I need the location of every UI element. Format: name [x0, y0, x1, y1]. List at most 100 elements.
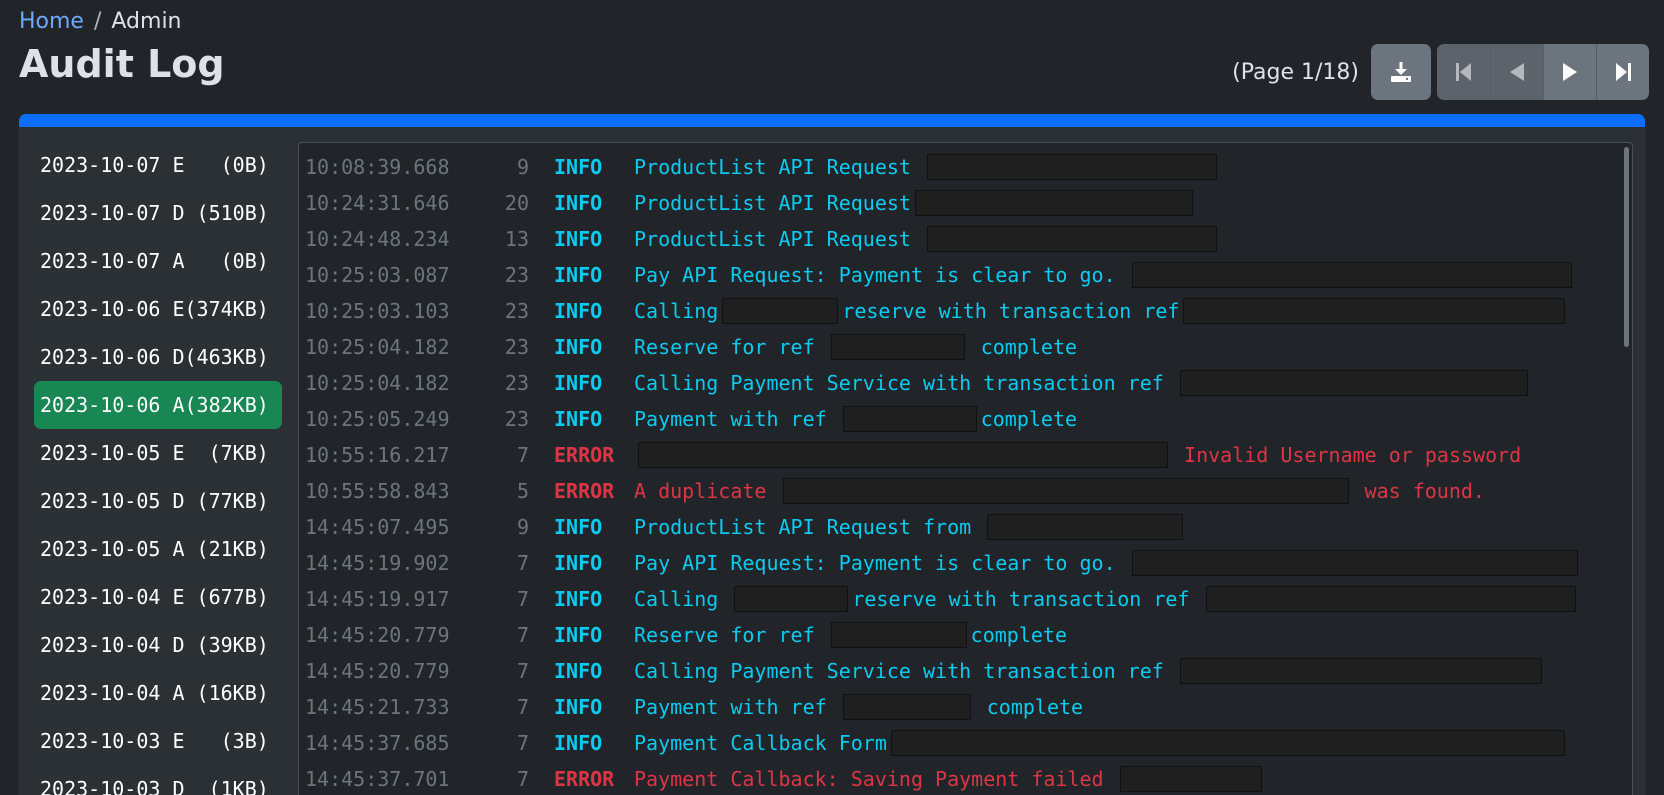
log-level: INFO	[554, 263, 603, 287]
log-viewer[interactable]: 10:08:39.668 9 INFO ProductList API Request…	[298, 142, 1633, 795]
log-message: Payment with ref complete	[634, 401, 1077, 437]
breadcrumb: Home / Admin	[19, 9, 182, 34]
log-message-text: Calling Payment Service with transaction…	[634, 659, 1176, 683]
log-thread-id: 23	[504, 263, 529, 287]
page-indicator: (Page 1/18)	[1232, 59, 1359, 85]
log-timestamp: 14:45:19.917	[305, 587, 450, 611]
log-thread-id: 7	[516, 443, 529, 467]
log-message-text: reserve with transaction ref	[852, 587, 1202, 611]
log-row: 14:45:19.917 7 INFO Calling reserve with tr…	[305, 581, 1582, 617]
log-file-item[interactable]: 2023-10-06 D(463KB)	[34, 333, 282, 381]
redacted-block	[926, 154, 1217, 180]
log-thread-id: 7	[516, 695, 529, 719]
log-file-item[interactable]: 2023-10-07 D (510B)	[34, 189, 282, 237]
log-message-text: reserve with transaction ref	[842, 299, 1180, 323]
log-level: ERROR	[554, 443, 615, 467]
log-timestamp: 14:45:19.902	[305, 551, 450, 575]
log-thread-id: 7	[516, 623, 529, 647]
log-message-text: Reserve for ref	[634, 623, 827, 647]
log-timestamp: 10:25:04.182	[305, 335, 450, 359]
log-file-item[interactable]: 2023-10-03 E (3B)	[34, 717, 282, 765]
log-level: INFO	[554, 371, 603, 395]
log-message-text: Calling	[634, 587, 731, 611]
log-thread-id: 9	[516, 515, 529, 539]
log-thread-id: 13	[504, 227, 529, 251]
download-button[interactable]	[1371, 44, 1431, 100]
log-file-item[interactable]: 2023-10-06 E(374KB)	[34, 285, 282, 333]
log-thread-id: 5	[516, 479, 529, 503]
log-file-item[interactable]: 2023-10-05 D (77KB)	[34, 477, 282, 525]
redacted-block	[830, 334, 965, 360]
log-thread-id: 7	[516, 551, 529, 575]
log-level: INFO	[554, 515, 603, 539]
first-page-button[interactable]	[1437, 44, 1490, 100]
log-message-text: complete	[968, 335, 1078, 359]
log-timestamp: 14:45:21.733	[305, 695, 450, 719]
log-timestamp: 10:25:04.182	[305, 371, 450, 395]
redacted-block	[842, 406, 977, 432]
previous-page-button[interactable]	[1490, 44, 1543, 100]
log-file-item[interactable]: 2023-10-04 E (677B)	[34, 573, 282, 621]
log-message-text: Calling Payment Service with transaction…	[634, 371, 1176, 395]
log-message: Reserve for ref complete	[634, 329, 1077, 365]
log-level: INFO	[554, 191, 603, 215]
log-row: 10:24:31.646 20 INFO ProductList API Reques…	[305, 185, 1582, 221]
log-message-text: Payment with ref	[634, 407, 839, 431]
audit-log-panel: 2023-10-07 E (0B) 2023-10-07 D (510B) 2023…	[19, 114, 1645, 795]
log-rows: 10:08:39.668 9 INFO ProductList API Request…	[305, 149, 1582, 795]
skip-start-icon	[1453, 60, 1475, 84]
log-level: INFO	[554, 587, 603, 611]
redacted-block	[722, 298, 839, 324]
redacted-block	[1131, 262, 1572, 288]
log-timestamp: 14:45:20.779	[305, 659, 450, 683]
log-message: Calling Payment Service with transaction…	[634, 365, 1532, 401]
log-file-item[interactable]: 2023-10-03 D (1KB)	[34, 765, 282, 795]
log-level: INFO	[554, 695, 603, 719]
log-message-text: Payment with ref	[634, 695, 839, 719]
log-file-item[interactable]: 2023-10-04 D (39KB)	[34, 621, 282, 669]
log-timestamp: 10:55:58.843	[305, 479, 450, 503]
log-thread-id: 7	[516, 659, 529, 683]
log-level: INFO	[554, 299, 603, 323]
redacted-block	[926, 226, 1217, 252]
log-message: ProductList API Request	[634, 185, 1197, 221]
log-thread-id: 23	[504, 407, 529, 431]
log-level: INFO	[554, 407, 603, 431]
log-thread-id: 23	[504, 371, 529, 395]
log-row: 10:25:03.103 23 INFO Calling reserve with tr…	[305, 293, 1582, 329]
log-timestamp: 10:55:16.217	[305, 443, 450, 467]
last-page-button[interactable]	[1596, 44, 1649, 100]
log-file-item[interactable]: 2023-10-05 E (7KB)	[34, 429, 282, 477]
log-thread-id: 20	[504, 191, 529, 215]
log-file-item[interactable]: 2023-10-04 A (16KB)	[34, 669, 282, 717]
log-row: 10:08:39.668 9 INFO ProductList API Request	[305, 149, 1582, 185]
next-page-button[interactable]	[1543, 44, 1596, 100]
log-message-text: Reserve for ref	[634, 335, 827, 359]
log-message: Pay API Request: Payment is clear to go.	[634, 257, 1576, 293]
log-message-text: complete	[980, 407, 1078, 431]
log-thread-id: 9	[516, 155, 529, 179]
redacted-block	[1205, 586, 1576, 612]
log-timestamp: 14:45:37.701	[305, 767, 450, 791]
log-scrollbar[interactable]	[1624, 147, 1629, 347]
breadcrumb-separator: /	[93, 9, 102, 34]
redacted-block	[842, 694, 971, 720]
log-file-item[interactable]: 2023-10-05 A (21KB)	[34, 525, 282, 573]
redacted-block	[987, 514, 1184, 540]
log-message-text: Calling	[634, 299, 719, 323]
log-message-text: complete	[974, 695, 1084, 719]
breadcrumb-home-link[interactable]: Home	[19, 9, 84, 34]
log-level: ERROR	[554, 767, 615, 791]
log-row: 14:45:07.495 9 INFO ProductList API Request…	[305, 509, 1582, 545]
log-row: 14:45:37.701 7 ERROR Payment Callback: Savi…	[305, 761, 1582, 795]
log-level: INFO	[554, 227, 603, 251]
log-timestamp: 10:08:39.668	[305, 155, 450, 179]
log-file-item[interactable]: 2023-10-07 E (0B)	[34, 141, 282, 189]
log-message: Pay API Request: Payment is clear to go.	[634, 545, 1582, 581]
log-timestamp: 14:45:07.495	[305, 515, 450, 539]
log-thread-id: 23	[504, 299, 529, 323]
log-file-item[interactable]: 2023-10-06 A(382KB)	[34, 381, 282, 429]
log-row: 14:45:19.902 7 INFO Pay API Request: Paymen…	[305, 545, 1582, 581]
log-file-item[interactable]: 2023-10-07 A (0B)	[34, 237, 282, 285]
redacted-block	[782, 478, 1349, 504]
